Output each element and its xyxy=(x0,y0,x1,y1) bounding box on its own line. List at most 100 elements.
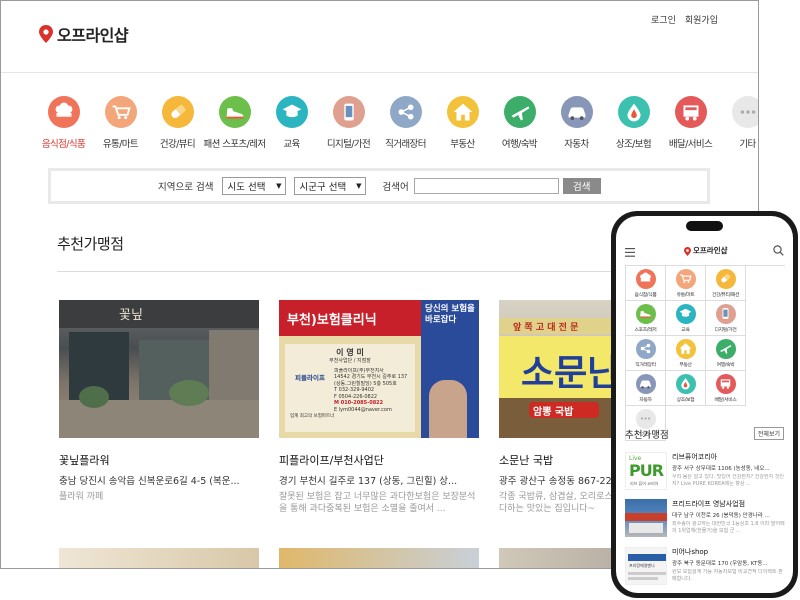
mobile-brand-logo[interactable]: 오프라인샵 xyxy=(684,241,728,260)
mobile-category-item[interactable]: 직거래장터 xyxy=(626,336,666,371)
search-icon[interactable] xyxy=(773,241,784,260)
category-label: 교육 xyxy=(283,139,300,150)
store-photo[interactable] xyxy=(59,548,259,568)
mobile-category-label: 자동차 xyxy=(639,397,652,403)
mobile-category-label: 직거래장터 xyxy=(635,362,656,368)
mobile-store-info: 리브퓨어코리아 광주 서구 상무대로 1106 (농성동, 네오... 우리 몸… xyxy=(672,452,785,490)
category-item[interactable]: 건강/뷰티 xyxy=(149,96,206,150)
category-item[interactable]: 패션 스포츠/레저 xyxy=(203,96,267,150)
store-description: 원보 보험설계 가능 자동차보험 비교견적 다이렉트 판매합니다. xyxy=(672,569,783,582)
mobile-category-label: 상조/보험 xyxy=(676,397,695,403)
share-nodes-icon xyxy=(389,96,422,128)
chevron-down-icon: ▼ xyxy=(276,182,282,190)
category-label: 배달/서비스 xyxy=(668,139,713,150)
category-item[interactable]: 음식점/식품 xyxy=(35,96,92,150)
mobile-category-label: 음식점/식품 xyxy=(634,292,657,298)
category-label: 자동차 xyxy=(564,139,589,150)
category-label: 음식점/식품 xyxy=(41,139,86,150)
business-card-brand: 피플라이프 xyxy=(295,373,325,382)
category-item[interactable]: 자동차 xyxy=(548,96,605,150)
mobile-header: 오프라인샵 xyxy=(616,236,793,258)
store-address: 광주 북구 동문대로 170 (우암동, KT동... xyxy=(672,561,768,567)
mobile-category-item[interactable]: 건강/뷰티/패션 xyxy=(706,266,746,301)
mobile-category-item[interactable]: 음식점/식품 xyxy=(626,266,666,301)
more-dots-icon xyxy=(731,96,758,128)
logo-text: 프리랑에영밴나 xyxy=(629,563,655,568)
category-item[interactable]: 직거래장터 xyxy=(377,96,434,150)
smartphone-icon xyxy=(332,96,365,128)
store-address: 충남 당진시 송악읍 신복운로6길 4-5 (복운... xyxy=(59,476,240,487)
store-card[interactable]: 부천)보험클리닉 당신의 보험을 바로잡다 이 영 미 부천사업단 / 지점장 … xyxy=(279,300,479,516)
insurance-banner: 부천)보험클리닉 xyxy=(287,313,377,328)
search-bar: 지역으로 검색 시도 선택 ▼ 시군구 선택 ▼ 검색어 검색 xyxy=(48,168,710,204)
category-item[interactable]: 유통/마트 xyxy=(92,96,149,150)
category-item[interactable]: 여행/숙박 xyxy=(491,96,548,150)
house-icon xyxy=(675,338,696,359)
shopping-cart-icon xyxy=(104,96,137,128)
mobile-category-item[interactable]: 여행/숙박 xyxy=(706,336,746,371)
mobile-store-item[interactable]: 프리랑에영밴나 미어나shop 광주 북구 동문대로 170 (우암동, KT동… xyxy=(625,547,785,585)
category-nav: 음식점/식품 유통/마트 건강/뷰티 패션 스포츠/레저 교육 디지털/가전 직거래장터 부동… xyxy=(35,96,758,150)
store-photo[interactable] xyxy=(279,548,479,568)
brand-name: 오프라인샵 xyxy=(57,26,129,45)
store-description: 최수종이 광고하는 대한민국 1등상조 1.8 이라 말어택의 1위업체(한물가… xyxy=(672,521,785,534)
store-card[interactable]: 꽃닢 꽃닢플라워 충남 당진시 송악읍 신복운로6길 4-5 (복운... 플라… xyxy=(59,300,259,516)
mobile-phone-frame: 오프라인샵 음식점/식품 유통/마트 건강/뷰티/패션스포츠/레저 교육 디지털/가전직… xyxy=(611,211,798,598)
store-photo-miyeona: 프리랑에영밴나 xyxy=(625,547,667,585)
category-item[interactable]: 교육 xyxy=(263,96,320,150)
category-item[interactable]: 부동산 xyxy=(434,96,491,150)
mobile-screen: 오프라인샵 음식점/식품 유통/마트 건강/뷰티/패션스포츠/레저 교육 디지털/가전직… xyxy=(616,216,793,593)
mobile-store-info: 미어나shop 광주 북구 동문대로 170 (우암동, KT동... 원보 보… xyxy=(672,547,785,585)
airplane-icon xyxy=(715,338,736,359)
login-link[interactable]: 로그인 xyxy=(651,13,676,26)
store-photo-flower-shop: 꽃닢 xyxy=(59,300,259,438)
keyword-input[interactable] xyxy=(413,178,559,194)
business-card-motto: 업계 최고의 보험파트너 xyxy=(290,414,335,420)
recommended-cards-row2 xyxy=(59,548,699,568)
category-label: 패션 스포츠/레저 xyxy=(203,139,267,150)
mobile-category-item[interactable]: 상조/보험 xyxy=(666,371,706,406)
mobile-category-item[interactable]: 유통/마트 xyxy=(666,266,706,301)
category-label: 건강/뷰티 xyxy=(159,139,196,150)
signup-link[interactable]: 회원가입 xyxy=(685,13,718,26)
mobile-category-item[interactable]: 교육 xyxy=(666,301,706,336)
search-button[interactable]: 검색 xyxy=(562,178,601,194)
mobile-category-grid: 음식점/식품 유통/마트 건강/뷰티/패션스포츠/레저 교육 디지털/가전직거래장터 부동… xyxy=(625,265,785,441)
graduation-cap-icon xyxy=(675,303,696,324)
category-item[interactable]: 상조/보험 xyxy=(605,96,662,150)
mobile-brand-name: 오프라인샵 xyxy=(693,246,728,255)
business-card-role: 부천사업단 / 지점장 xyxy=(329,358,371,365)
mobile-category-item[interactable]: 디지털/가전 xyxy=(706,301,746,336)
category-label: 부동산 xyxy=(450,139,475,150)
sido-select[interactable]: 시도 선택 ▼ xyxy=(222,177,287,195)
delivery-icon xyxy=(674,96,707,128)
auth-links: 로그인 회원가입 xyxy=(651,13,718,26)
mobile-category-item[interactable]: 자동차 xyxy=(626,371,666,406)
mobile-category-item[interactable]: 스포츠/레저 xyxy=(626,301,666,336)
recommended-cards: 꽃닢 꽃닢플라워 충남 당진시 송악읍 신복운로6길 4-5 (복운... 플라… xyxy=(59,300,699,516)
category-item[interactable]: 배달/서비스 xyxy=(662,96,719,150)
view-all-button[interactable]: 전체보기 xyxy=(753,427,784,440)
shop-sign: 꽃닢 xyxy=(119,308,143,323)
sneaker-icon xyxy=(635,303,656,324)
category-item[interactable]: 디지털/가전 xyxy=(320,96,377,150)
mobile-category-item[interactable]: 부동산 xyxy=(666,336,706,371)
chef-hat-icon xyxy=(635,268,656,289)
business-card-address: 14542 경기도 부천시 길주로 137 xyxy=(334,374,408,381)
car-icon xyxy=(635,373,656,394)
sigungu-select[interactable]: 시군구 선택 ▼ xyxy=(294,177,367,195)
category-item[interactable]: 기타 xyxy=(719,96,758,150)
mobile-recommended-title: 추천가맹점 xyxy=(625,430,669,441)
store-address: 경기 부천시 길주로 137 (상동, 그린힐) 상... xyxy=(279,476,458,487)
share-nodes-icon xyxy=(635,338,656,359)
mobile-store-item[interactable]: Live PUR 리브 퓨어 코리아 리브퓨어코리아 광주 서구 상무대로 11… xyxy=(625,452,785,490)
recommended-title: 추천가맹점 xyxy=(57,235,124,253)
mobile-category-item[interactable]: 배달/서비스 xyxy=(706,371,746,406)
store-photo-insurance: 부천)보험클리닉 당신의 보험을 바로잡다 이 영 미 부천사업단 / 지점장 … xyxy=(279,300,479,438)
category-label: 상조/보험 xyxy=(615,139,652,150)
hamburger-menu-icon[interactable] xyxy=(625,242,635,261)
mobile-category-label: 디지털/가전 xyxy=(714,327,737,333)
brand-logo[interactable]: 오프라인샵 xyxy=(39,22,129,46)
sido-select-value: 시도 선택 xyxy=(227,182,266,193)
mobile-store-item[interactable]: 프리드라이프 영남사업점 대구 남구 이천로 26 (봉덕동) 안경나라 ...… xyxy=(625,499,785,537)
